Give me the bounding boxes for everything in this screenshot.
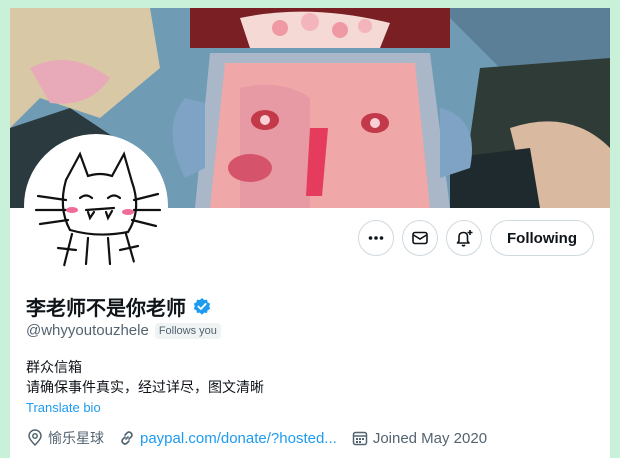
location-item: 愉乐星球 xyxy=(26,428,104,448)
link-icon xyxy=(121,431,133,445)
follows-you-badge: Follows you xyxy=(154,322,221,339)
calendar-icon xyxy=(352,431,368,446)
profile-bio: 群众信箱 请确保事件真实，经过详尽，图文清晰 xyxy=(26,358,264,398)
message-button[interactable] xyxy=(402,220,439,256)
location-pin-icon xyxy=(28,429,42,447)
profile-avatar[interactable] xyxy=(24,134,168,278)
more-button[interactable] xyxy=(358,220,395,256)
location-text: 愉乐星球 xyxy=(48,431,104,447)
bio-line-1: 群众信箱 xyxy=(26,360,82,376)
envelope-icon xyxy=(412,231,428,245)
user-handle: @whyyoutouzhele xyxy=(26,322,149,339)
translate-bio-link[interactable]: Translate bio xyxy=(26,400,101,415)
name-row: 李老师不是你老师 xyxy=(26,292,212,321)
website-item: paypal.com/donate/?hosted... xyxy=(118,429,337,447)
profile-meta-row: 愉乐星球 paypal.com/donate/?hosted... Joined… xyxy=(26,428,487,448)
website-link[interactable]: paypal.com/donate/?hosted... xyxy=(140,430,337,447)
handle-row: @whyyoutouzhele Follows you xyxy=(26,322,221,339)
display-name: 李老师不是你老师 xyxy=(26,296,186,320)
more-horizontal-icon xyxy=(368,236,384,240)
notifications-button[interactable] xyxy=(446,220,483,256)
bio-line-2: 请确保事件真实，经过详尽，图文清晰 xyxy=(26,380,264,396)
profile-actions: Following xyxy=(358,220,594,256)
verified-badge-icon[interactable] xyxy=(192,297,212,317)
following-button[interactable]: Following xyxy=(490,220,594,256)
profile-card: Following 李老师不是你老师 @whyyoutouzhele Follo… xyxy=(10,8,610,458)
joined-item: Joined May 2020 xyxy=(351,429,487,447)
bell-plus-icon xyxy=(456,230,473,247)
joined-date: Joined May 2020 xyxy=(372,429,488,447)
